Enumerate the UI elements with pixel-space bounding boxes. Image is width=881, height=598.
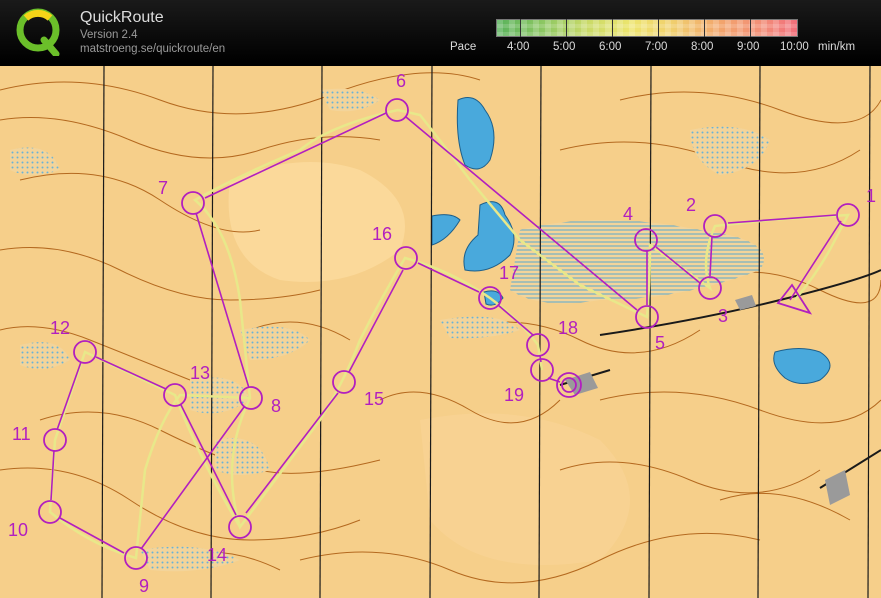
control-number-10: 10 (8, 520, 28, 540)
pace-tick (520, 19, 521, 37)
control-number-12: 12 (50, 318, 70, 338)
pace-value: 9:00 (737, 41, 760, 53)
pace-value: 4:00 (507, 41, 530, 53)
control-number-18: 18 (558, 318, 578, 338)
pace-value: 5:00 (553, 41, 576, 53)
pace-value: 7:00 (645, 41, 668, 53)
control-number-4: 4 (623, 204, 633, 224)
control-number-2: 2 (686, 195, 696, 215)
control-number-11: 11 (12, 424, 31, 444)
control-number-16: 16 (372, 224, 392, 244)
pace-tick (658, 19, 659, 37)
control-number-7: 7 (158, 178, 168, 198)
header-bar: QuickRoute Version 2.4 matstroeng.se/qui… (0, 0, 881, 62)
control-number-17: 17 (499, 263, 519, 283)
control-number-13: 13 (190, 363, 210, 383)
pace-value: 8:00 (691, 41, 714, 53)
control-number-15: 15 (364, 389, 384, 409)
control-number-19: 19 (504, 385, 524, 405)
pace-unit: min/km (818, 41, 856, 53)
control-number-5: 5 (655, 333, 665, 353)
pace-tick (704, 19, 705, 37)
app-version: Version 2.4 (80, 29, 138, 41)
pace-tick (612, 19, 613, 37)
pace-color-scale (496, 19, 798, 37)
control-number-9: 9 (139, 576, 149, 596)
pace-tick (566, 19, 567, 37)
quickroute-window: QuickRoute Version 2.4 matstroeng.se/qui… (0, 0, 881, 598)
pace-value: 6:00 (599, 41, 622, 53)
control-number-8: 8 (271, 396, 281, 416)
pace-tick (750, 19, 751, 37)
pace-label: Pace (450, 41, 477, 53)
app-title: QuickRoute (80, 9, 164, 26)
control-number-6: 6 (396, 71, 406, 91)
control-number-1: 1 (866, 186, 876, 206)
pace-value: 10:00 (780, 41, 809, 53)
app-url[interactable]: matstroeng.se/quickroute/en (80, 43, 225, 55)
quickroute-logo-icon (16, 8, 60, 56)
orienteering-map[interactable]: 1 2 3 4 5 6 7 8 9 10 11 12 13 14 15 16 1… (0, 66, 881, 598)
control-number-3: 3 (718, 306, 728, 326)
control-number-14: 14 (207, 545, 227, 565)
